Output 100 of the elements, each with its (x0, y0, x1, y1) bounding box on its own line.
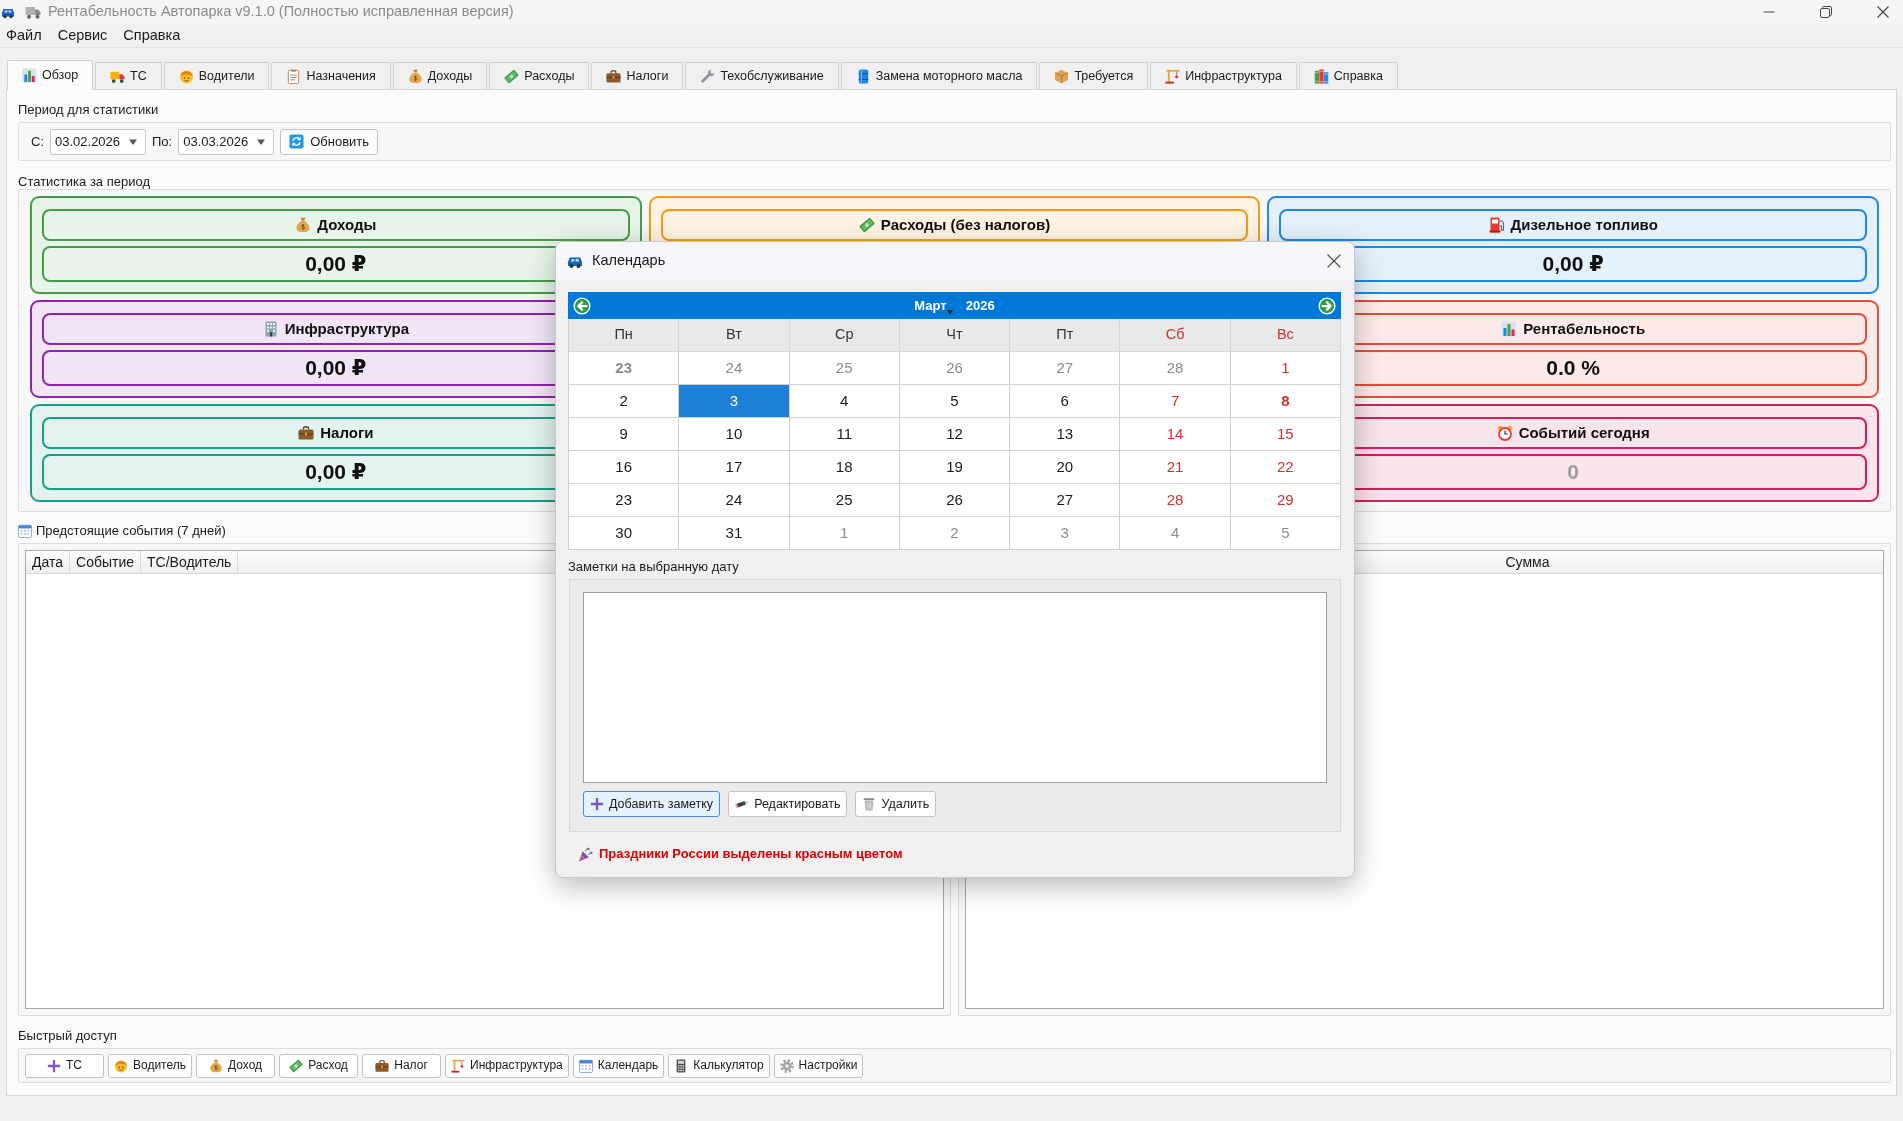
calendar-day[interactable]: 2 (899, 517, 1011, 550)
calendar-day[interactable]: 14 (1120, 418, 1231, 451)
column-header[interactable]: Дата (26, 551, 70, 573)
date-field[interactable]: 03.02.2026 (50, 128, 146, 155)
close-icon[interactable] (1877, 6, 1889, 18)
tab[interactable]: Справка (1298, 62, 1398, 89)
stat-title: Доходы (317, 216, 377, 234)
calendar-day[interactable]: 26 (899, 484, 1011, 517)
notes-field[interactable] (583, 592, 1327, 783)
field-label: По: (152, 133, 173, 150)
left-arrow-icon[interactable] (573, 296, 591, 315)
section-title: Статистика за период (18, 173, 151, 187)
calendar-day[interactable]: 25 (789, 352, 900, 385)
confetti-icon (578, 846, 593, 862)
quick-access-button[interactable]: Доход (196, 1053, 275, 1078)
calendar-day[interactable]: 4 (789, 385, 900, 418)
holiday-note: Праздники России выделены красным цветом (599, 846, 903, 862)
calendar-day[interactable]: 10 (679, 418, 790, 451)
tab[interactable]: Расходы (489, 62, 590, 89)
calendar-day[interactable]: 24 (679, 352, 790, 385)
stat-title: Инфраструктура (284, 320, 409, 338)
delete-button[interactable]: Удалить (855, 791, 937, 817)
calendar-day[interactable]: 5 (899, 385, 1011, 418)
menu-item[interactable]: Сервис (57, 26, 108, 45)
calendar-day[interactable]: 31 (679, 517, 790, 550)
tab[interactable]: ТС (95, 62, 162, 89)
tab[interactable]: Водители (163, 62, 270, 89)
column-header[interactable]: Событие (70, 551, 141, 573)
quick-access-button[interactable]: ТС (25, 1053, 104, 1078)
menu-item[interactable]: Справка (123, 26, 181, 45)
calendar-day[interactable]: 27 (1010, 352, 1121, 385)
weekday-header: Пн (569, 319, 680, 352)
quick-access-button[interactable]: Налог (362, 1053, 441, 1078)
calendar-day[interactable]: 3 (679, 385, 790, 418)
calendar-day[interactable]: 29 (1230, 484, 1341, 517)
add-note-button[interactable]: Добавить заметку (583, 791, 721, 817)
calendar-day[interactable]: 30 (569, 517, 680, 550)
crane-icon (451, 1058, 465, 1073)
calendar-day[interactable]: 21 (1120, 451, 1231, 484)
calendar-day[interactable]: 6 (1010, 385, 1121, 418)
calendar-day[interactable]: 5 (1230, 517, 1341, 550)
calendar-day[interactable]: 26 (899, 352, 1011, 385)
stat-title: Дизельное топливо (1510, 216, 1658, 234)
calendar-day[interactable]: 27 (1010, 484, 1121, 517)
calendar-day[interactable]: 13 (1010, 418, 1121, 451)
calendar-day[interactable]: 7 (1120, 385, 1231, 418)
quick-access-button[interactable]: Настройки (773, 1053, 864, 1078)
quick-access-button[interactable]: Календарь (572, 1053, 665, 1078)
stat-title: Налоги (320, 424, 374, 442)
calendar-day[interactable]: 12 (899, 418, 1011, 451)
tab[interactable]: Требуется (1039, 62, 1149, 89)
tab[interactable]: Замена моторного масла (840, 62, 1038, 89)
tab[interactable]: Доходы (392, 62, 488, 89)
weekday-header: Пт (1010, 319, 1121, 352)
quick-access-button[interactable]: Водитель (108, 1053, 192, 1078)
tab[interactable]: Налоги (591, 62, 684, 89)
close-icon[interactable] (1327, 254, 1341, 268)
year-selector[interactable]: 2026 (965, 297, 995, 314)
briefcase-icon (298, 425, 315, 441)
truck-icon (25, 4, 41, 20)
calendar-day[interactable]: 28 (1120, 484, 1231, 517)
calendar-day[interactable]: 25 (789, 484, 900, 517)
calendar-day[interactable]: 9 (569, 418, 680, 451)
calendar-day[interactable]: 20 (1010, 451, 1121, 484)
section-title: Период для статистики (18, 101, 160, 119)
calendar-day[interactable]: 11 (789, 418, 900, 451)
stat-title: Рентабельность (1523, 320, 1646, 338)
weekday-header: Вт (679, 319, 790, 352)
calendar-day[interactable]: 22 (1230, 451, 1341, 484)
calendar-day[interactable]: 19 (899, 451, 1011, 484)
menu-item[interactable]: Файл (6, 26, 42, 45)
quick-access-button[interactable]: Инфраструктура (445, 1053, 569, 1078)
right-arrow-icon[interactable] (1318, 296, 1336, 315)
tab[interactable]: Обзор (7, 60, 94, 90)
calendar-day[interactable]: 23 (569, 484, 680, 517)
quick-access-button[interactable]: Калькулятор (668, 1053, 770, 1078)
calendar-day[interactable]: 24 (679, 484, 790, 517)
calendar-day[interactable]: 1 (1230, 352, 1341, 385)
tab[interactable]: Назначения (271, 62, 391, 89)
calendar-day[interactable]: 18 (789, 451, 900, 484)
month-selector[interactable]: Март (914, 297, 954, 314)
calendar-day[interactable]: 3 (1010, 517, 1121, 550)
clipboard-icon (286, 68, 302, 84)
quick-access-button[interactable]: Расход (279, 1053, 358, 1078)
edit-button[interactable]: Редактировать (728, 791, 848, 817)
date-field[interactable]: 03.03.2026 (178, 128, 275, 155)
window-title: Рентабельность Автопарка v9.1.0 (Полностью исправленная версия) (48, 3, 514, 21)
tab[interactable]: Инфраструктура (1150, 62, 1297, 89)
calendar-day[interactable]: 16 (569, 451, 680, 484)
banknote-icon (289, 1058, 304, 1073)
tab[interactable]: Техобслуживание (685, 62, 839, 89)
restore-icon[interactable] (1820, 6, 1832, 18)
alarm-clock-icon (1496, 425, 1513, 441)
calendar-day[interactable]: 28 (1120, 352, 1231, 385)
column-header[interactable]: ТС/Водитель (141, 551, 239, 573)
calendar-day[interactable]: 17 (679, 451, 790, 484)
calendar-day[interactable]: 2 (569, 385, 680, 418)
refresh-button[interactable]: Обновить (280, 128, 379, 155)
calendar-day[interactable]: 15 (1230, 418, 1341, 451)
calendar-day[interactable]: 8 (1230, 385, 1341, 418)
